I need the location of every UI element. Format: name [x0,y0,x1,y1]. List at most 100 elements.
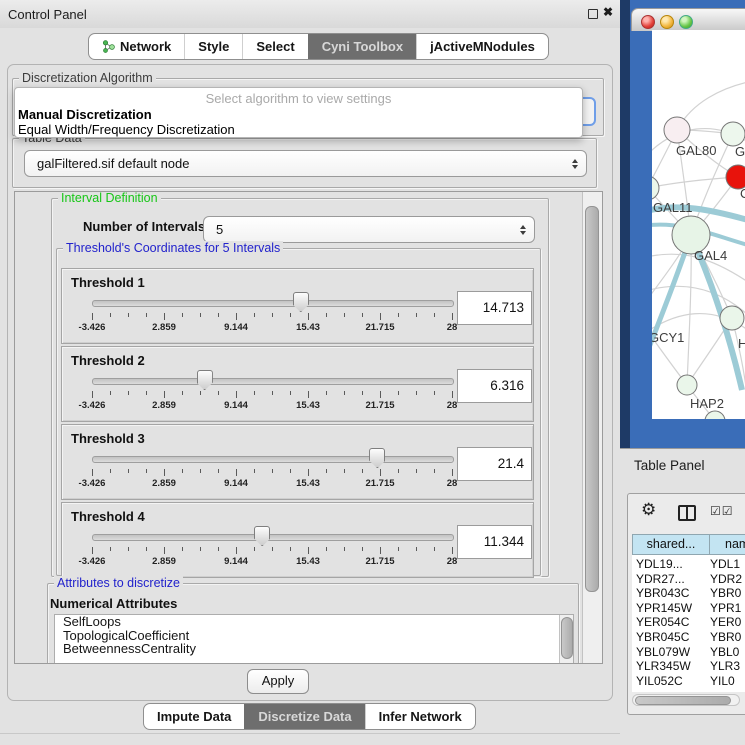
threshold-3-panel: Threshold 3 -3.4262.8599.14415.4321.7152… [61,424,534,500]
network-node-label: HAP2 [690,396,724,411]
threshold-4-slider-track[interactable] [92,534,454,541]
table-row[interactable]: YPR145WYPR1 [632,601,745,616]
tab-jactivemnodules[interactable]: jActiveMNodules [416,34,548,59]
column-header-name[interactable]: name [709,534,745,555]
minimize-traffic-light[interactable] [660,15,674,29]
table-row[interactable]: YLR345WYLR3 [632,659,745,674]
threshold-coordinates-title: Threshold's Coordinates for 5 Intervals [63,241,283,255]
threshold-4-label: Threshold 4 [71,509,145,524]
column-header-shared[interactable]: shared... [632,534,710,555]
table-panel-divider [620,448,745,449]
table-row[interactable]: YBL079WYBL0 [632,645,745,660]
threshold-1-slider-track[interactable] [92,300,454,307]
tab-infer-network[interactable]: Infer Network [365,704,475,729]
tab-impute-data[interactable]: Impute Data [144,704,244,729]
combo-spinner-icon [520,225,526,235]
threshold-4-ruler: -3.4262.8599.14415.4321.71528 [92,545,452,569]
control-panel-titlebar [0,0,620,28]
network-node-label: GCY1 [652,330,684,345]
network-node[interactable] [720,306,744,330]
table-row[interactable]: YBR043CYBR0 [632,586,745,601]
tab-style[interactable]: Style [184,34,242,59]
network-node[interactable] [677,375,697,395]
dropdown-item-equal-width[interactable]: Equal Width/Frequency Discretization [15,122,585,138]
table-panel: ⚙ ☑☑ shared... name YDL19...YDL1YDR27...… [627,493,745,715]
table-row[interactable]: YBR045CYBR0 [632,630,745,645]
network-canvas[interactable]: GAL80GACGAL11GAL4GCY1HAHAP2 [652,30,745,419]
algorithm-dropdown-popup: Select algorithm to view settings Manual… [14,87,583,138]
threshold-1-slider-thumb[interactable] [293,292,309,312]
select-columns-icon[interactable]: ☑☑ [710,504,734,518]
threshold-1-label: Threshold 1 [71,275,145,290]
combo-spinner-icon [572,159,578,169]
dropdown-item-manual-discretization[interactable]: Manual Discretization [15,107,585,123]
network-node-label: GA [735,144,745,159]
table-row[interactable]: YER054CYER0 [632,615,745,630]
network-node-label: HA [738,336,745,351]
threshold-1-ruler: -3.4262.8599.14415.4321.71528 [92,311,452,335]
numerical-attributes-label: Numerical Attributes [50,596,177,611]
control-panel-tabbar: Network Style Select Cyni Toolbox jActiv… [88,33,549,60]
threshold-4-slider-thumb[interactable] [254,526,270,546]
numerical-attributes-list[interactable]: SelfLoopsTopologicalCoefficientBetweenne… [54,614,574,664]
network-node[interactable] [652,176,659,200]
float-panel-icon[interactable] [588,9,598,19]
number-of-intervals-value: 5 [216,217,223,242]
tab-cyni-toolbox[interactable]: Cyni Toolbox [308,34,416,59]
threshold-3-slider-track[interactable] [92,456,454,463]
attributes-title: Attributes to discretize [54,576,183,590]
panel-title: Control Panel [8,7,87,22]
table-data-combobox[interactable]: galFiltered.sif default node [24,150,587,177]
threshold-1-panel: Threshold 1 -3.4262.8599.14415.4321.7152… [61,268,534,344]
threshold-2-slider-thumb[interactable] [197,370,213,390]
cyni-bottom-tabbar: Impute Data Discretize Data Infer Networ… [143,703,476,730]
number-of-intervals-combobox[interactable]: 5 [203,216,535,243]
tab-select[interactable]: Select [242,34,307,59]
close-panel-icon[interactable]: ✖ [603,5,613,19]
discretization-algorithm-title: Discretization Algorithm [19,71,156,85]
attributes-list-scrollbar[interactable] [559,615,573,664]
tab-network[interactable]: Network [89,34,184,59]
attribute-item[interactable]: SelfLoops [55,615,573,629]
network-node-label: GAL11 [653,200,693,215]
attribute-item[interactable]: TopologicalCoefficient [55,629,573,643]
threshold-4-value-field[interactable]: 11.344 [457,525,532,559]
attributes-group: Attributes to discretize Numerical Attri… [47,583,579,664]
threshold-3-ruler: -3.4262.8599.14415.4321.71528 [92,467,452,491]
table-header-row: shared... name [632,534,745,555]
threshold-2-value-field[interactable]: 6.316 [457,369,532,403]
network-node[interactable] [721,122,745,146]
threshold-3-slider-thumb[interactable] [369,448,385,468]
gear-icon[interactable]: ⚙ [641,500,656,520]
threshold-1-value-field[interactable]: 14.713 [457,291,532,325]
threshold-3-label: Threshold 3 [71,431,145,446]
interval-definition-title: Interval Definition [58,191,161,205]
table-row[interactable]: YDL19...YDL1 [632,557,745,572]
threshold-2-ruler: -3.4262.8599.14415.4321.71528 [92,389,452,413]
dropdown-placeholder-item[interactable]: Select algorithm to view settings [15,91,582,107]
attribute-item[interactable]: BetweennessCentrality [55,642,573,656]
bottom-divider [0,733,620,734]
tab-discretize-data[interactable]: Discretize Data [244,704,364,729]
settings-scrollbar[interactable] [582,192,603,663]
network-node-label: C [740,186,745,201]
table-row[interactable]: YDR27...YDR2 [632,572,745,587]
window-edge [620,0,630,448]
app-root: Control Panel ✖ Network Style Select Cyn… [0,0,745,745]
split-view-icon[interactable] [678,505,696,521]
threshold-2-slider-track[interactable] [92,378,454,385]
apply-button[interactable]: Apply [247,669,309,694]
threshold-2-panel: Threshold 2 -3.4262.8599.14415.4321.7152… [61,346,534,422]
threshold-3-value-field[interactable]: 21.4 [457,447,532,481]
table-hscrollbar[interactable] [632,694,740,706]
network-node-label: GAL4 [694,248,727,263]
network-node[interactable] [664,117,690,143]
table-row[interactable]: YIL052CYIL0 [632,674,745,689]
table-rows: YDL19...YDL1YDR27...YDR2YBR043CYBR0YPR14… [632,557,745,688]
network-window-titlebar[interactable] [631,8,745,31]
settings-viewport: Interval Definition Number of Intervals … [14,191,603,664]
table-data-value: galFiltered.sif default node [37,151,189,176]
threshold-2-label: Threshold 2 [71,353,145,368]
zoom-traffic-light[interactable] [679,15,693,29]
close-traffic-light[interactable] [641,15,655,29]
